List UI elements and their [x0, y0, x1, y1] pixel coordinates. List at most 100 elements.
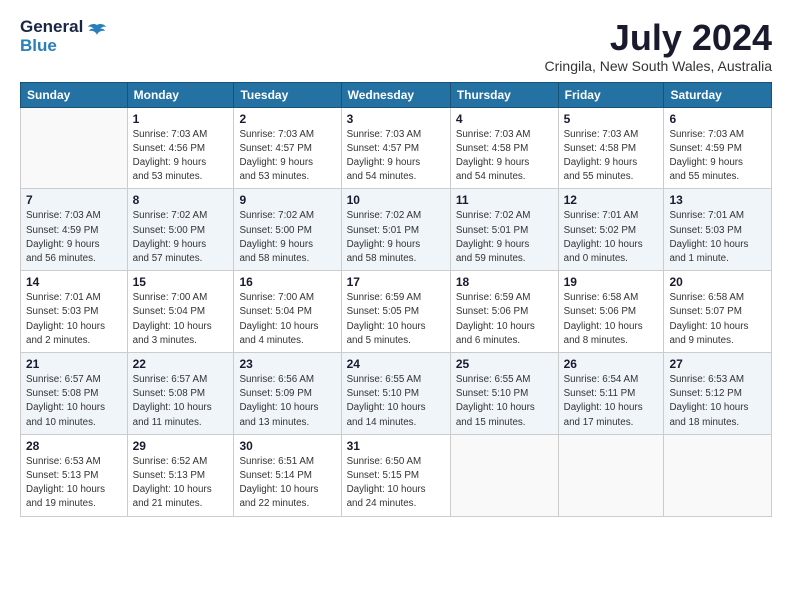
day-info: Sunrise: 6:58 AM Sunset: 5:06 PM Dayligh…: [564, 291, 659, 348]
day-number: 16: [239, 275, 335, 289]
day-number: 26: [564, 357, 659, 371]
day-info: Sunrise: 7:03 AM Sunset: 4:56 PM Dayligh…: [133, 128, 229, 185]
table-row: [558, 434, 664, 516]
logo-blue: Blue: [20, 37, 83, 56]
day-info: Sunrise: 6:59 AM Sunset: 5:06 PM Dayligh…: [456, 291, 553, 348]
table-row: 21Sunrise: 6:57 AM Sunset: 5:08 PM Dayli…: [21, 353, 128, 435]
day-number: 29: [133, 439, 229, 453]
day-info: Sunrise: 7:03 AM Sunset: 4:57 PM Dayligh…: [239, 128, 335, 185]
day-number: 20: [669, 275, 766, 289]
logo-general: General: [20, 18, 83, 37]
table-row: 24Sunrise: 6:55 AM Sunset: 5:10 PM Dayli…: [341, 353, 450, 435]
day-info: Sunrise: 7:01 AM Sunset: 5:03 PM Dayligh…: [669, 209, 766, 266]
table-row: 23Sunrise: 6:56 AM Sunset: 5:09 PM Dayli…: [234, 353, 341, 435]
day-number: 5: [564, 112, 659, 126]
day-number: 21: [26, 357, 122, 371]
day-info: Sunrise: 6:52 AM Sunset: 5:13 PM Dayligh…: [133, 455, 229, 512]
table-row: 2 Sunrise: 7:03 AM Sunset: 4:57 PM Daylig…: [234, 107, 341, 189]
day-number: 10: [347, 193, 445, 207]
day-info: Sunrise: 7:00 AM Sunset: 5:04 PM Dayligh…: [239, 291, 335, 348]
calendar-table: Sunday Monday Tuesday Wednesday Thursday…: [20, 82, 772, 517]
table-row: 12Sunrise: 7:01 AM Sunset: 5:02 PM Dayli…: [558, 189, 664, 271]
calendar-week-row: 14Sunrise: 7:01 AM Sunset: 5:03 PM Dayli…: [21, 271, 772, 353]
main-title: July 2024: [545, 18, 772, 58]
day-info: Sunrise: 7:02 AM Sunset: 5:01 PM Dayligh…: [456, 209, 553, 266]
table-row: 9 Sunrise: 7:02 AM Sunset: 5:00 PM Daylig…: [234, 189, 341, 271]
day-number: 22: [133, 357, 229, 371]
day-number: 25: [456, 357, 553, 371]
day-info: Sunrise: 7:02 AM Sunset: 5:01 PM Dayligh…: [347, 209, 445, 266]
calendar-week-row: 21 Sunrise: 6:57 AM Sunset: 5:08 PM Dayli…: [21, 353, 772, 435]
day-number: 18: [456, 275, 553, 289]
day-number: 13: [669, 193, 766, 207]
col-saturday: Saturday: [664, 82, 772, 107]
col-monday: Monday: [127, 82, 234, 107]
day-number: 17: [347, 275, 445, 289]
col-friday: Friday: [558, 82, 664, 107]
table-row: 7 Sunrise: 7:03 AM Sunset: 4:59 PM Daylig…: [21, 189, 128, 271]
logo: General Blue: [20, 18, 107, 55]
day-info: Sunrise: 6:59 AM Sunset: 5:05 PM Dayligh…: [347, 291, 445, 348]
calendar-week-row: 1Sunrise: 7:03 AM Sunset: 4:56 PM Daylig…: [21, 107, 772, 189]
day-info: Sunrise: 7:03 AM Sunset: 4:59 PM Dayligh…: [669, 128, 766, 185]
calendar-header-row: Sunday Monday Tuesday Wednesday Thursday…: [21, 82, 772, 107]
day-info: Sunrise: 7:01 AM Sunset: 5:03 PM Dayligh…: [26, 291, 122, 348]
day-number: 12: [564, 193, 659, 207]
day-number: 6: [669, 112, 766, 126]
day-number: 24: [347, 357, 445, 371]
table-row: 5 Sunrise: 7:03 AM Sunset: 4:58 PM Daylig…: [558, 107, 664, 189]
day-number: 15: [133, 275, 229, 289]
day-info: Sunrise: 6:57 AM Sunset: 5:08 PM Dayligh…: [133, 373, 229, 430]
day-number: 11: [456, 193, 553, 207]
day-number: 9: [239, 193, 335, 207]
day-number: 7: [26, 193, 122, 207]
table-row: 25Sunrise: 6:55 AM Sunset: 5:10 PM Dayli…: [450, 353, 558, 435]
table-row: [664, 434, 772, 516]
table-row: 8Sunrise: 7:02 AM Sunset: 5:00 PM Daylig…: [127, 189, 234, 271]
table-row: 17 Sunrise: 6:59 AM Sunset: 5:05 PM Dayli…: [341, 271, 450, 353]
day-number: 27: [669, 357, 766, 371]
day-info: Sunrise: 7:03 AM Sunset: 4:58 PM Dayligh…: [564, 128, 659, 185]
calendar-week-row: 7 Sunrise: 7:03 AM Sunset: 4:59 PM Daylig…: [21, 189, 772, 271]
day-info: Sunrise: 6:53 AM Sunset: 5:12 PM Dayligh…: [669, 373, 766, 430]
day-info: Sunrise: 7:02 AM Sunset: 5:00 PM Dayligh…: [133, 209, 229, 266]
day-info: Sunrise: 7:03 AM Sunset: 4:57 PM Dayligh…: [347, 128, 445, 185]
day-info: Sunrise: 6:56 AM Sunset: 5:09 PM Dayligh…: [239, 373, 335, 430]
day-info: Sunrise: 6:58 AM Sunset: 5:07 PM Dayligh…: [669, 291, 766, 348]
table-row: 15 Sunrise: 7:00 AM Sunset: 5:04 PM Dayli…: [127, 271, 234, 353]
day-number: 30: [239, 439, 335, 453]
day-info: Sunrise: 6:53 AM Sunset: 5:13 PM Dayligh…: [26, 455, 122, 512]
table-row: 6 Sunrise: 7:03 AM Sunset: 4:59 PM Daylig…: [664, 107, 772, 189]
table-row: 29 Sunrise: 6:52 AM Sunset: 5:13 PM Dayli…: [127, 434, 234, 516]
table-row: 19 Sunrise: 6:58 AM Sunset: 5:06 PM Dayli…: [558, 271, 664, 353]
table-row: 14Sunrise: 7:01 AM Sunset: 5:03 PM Dayli…: [21, 271, 128, 353]
table-row: [21, 107, 128, 189]
day-info: Sunrise: 7:03 AM Sunset: 4:58 PM Dayligh…: [456, 128, 553, 185]
table-row: 3Sunrise: 7:03 AM Sunset: 4:57 PM Daylig…: [341, 107, 450, 189]
table-row: 4 Sunrise: 7:03 AM Sunset: 4:58 PM Daylig…: [450, 107, 558, 189]
col-wednesday: Wednesday: [341, 82, 450, 107]
table-row: 26 Sunrise: 6:54 AM Sunset: 5:11 PM Dayli…: [558, 353, 664, 435]
day-info: Sunrise: 6:54 AM Sunset: 5:11 PM Dayligh…: [564, 373, 659, 430]
day-info: Sunrise: 7:03 AM Sunset: 4:59 PM Dayligh…: [26, 209, 122, 266]
day-number: 31: [347, 439, 445, 453]
subtitle: Cringila, New South Wales, Australia: [545, 58, 772, 74]
day-info: Sunrise: 7:00 AM Sunset: 5:04 PM Dayligh…: [133, 291, 229, 348]
logo-bird-icon: [87, 23, 107, 46]
day-number: 28: [26, 439, 122, 453]
table-row: 31 Sunrise: 6:50 AM Sunset: 5:15 PM Dayli…: [341, 434, 450, 516]
col-tuesday: Tuesday: [234, 82, 341, 107]
table-row: 28 Sunrise: 6:53 AM Sunset: 5:13 PM Dayli…: [21, 434, 128, 516]
col-sunday: Sunday: [21, 82, 128, 107]
table-row: 20 Sunrise: 6:58 AM Sunset: 5:07 PM Dayli…: [664, 271, 772, 353]
day-info: Sunrise: 6:50 AM Sunset: 5:15 PM Dayligh…: [347, 455, 445, 512]
day-number: 19: [564, 275, 659, 289]
col-thursday: Thursday: [450, 82, 558, 107]
table-row: [450, 434, 558, 516]
day-info: Sunrise: 7:02 AM Sunset: 5:00 PM Dayligh…: [239, 209, 335, 266]
table-row: 30 Sunrise: 6:51 AM Sunset: 5:14 PM Dayli…: [234, 434, 341, 516]
day-number: 4: [456, 112, 553, 126]
table-row: 13 Sunrise: 7:01 AM Sunset: 5:03 PM Dayli…: [664, 189, 772, 271]
day-number: 2: [239, 112, 335, 126]
day-info: Sunrise: 6:51 AM Sunset: 5:14 PM Dayligh…: [239, 455, 335, 512]
